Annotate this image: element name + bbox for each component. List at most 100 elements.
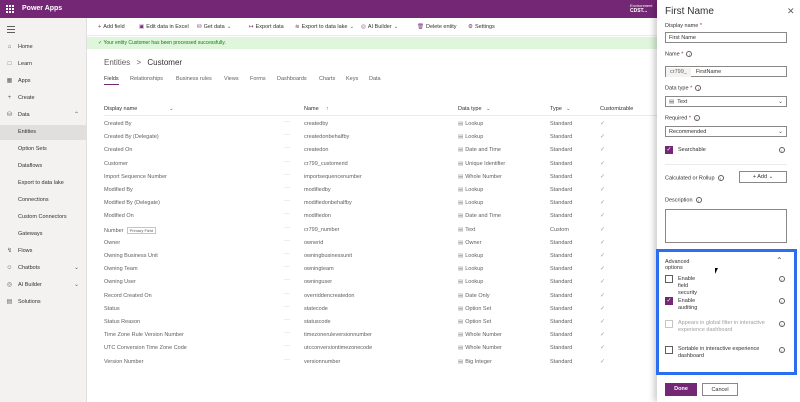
field-display-name[interactable]: Created On [104,147,132,153]
table-row[interactable]: Version Number ··· versionnumber ▤ Big Integ… [104,356,657,368]
column-header-display-name[interactable]: Display name [104,106,137,112]
more-options-icon[interactable]: ··· [284,251,290,257]
delete-entity-button[interactable]: 🗑 Delete entity [417,24,457,30]
close-icon[interactable]: ✕ [787,6,795,17]
settings-button[interactable]: ⚙ Settings [468,24,495,30]
more-options-icon[interactable]: ··· [284,185,290,191]
tab-charts[interactable]: Charts [319,76,335,82]
auditing-checkbox[interactable]: ✓ [665,297,673,305]
nav-connections[interactable]: Connections [0,193,87,208]
field-display-name[interactable]: Record Created On [104,293,152,299]
field-display-name[interactable]: Owning User [104,279,136,285]
nav-solutions[interactable]: ▤ Solutions [0,295,87,310]
nav-gateways[interactable]: Gateways [0,227,87,242]
info-icon[interactable]: i [695,85,702,91]
table-row[interactable]: Status ··· statecode ▤ Option Set Standard ✓ [104,303,657,315]
info-icon[interactable]: i [694,115,700,121]
data-type-dropdown[interactable]: ▤ Text ⌄ [665,96,787,107]
tab-views[interactable]: Views [224,76,239,82]
field-display-name[interactable]: Owning Business Unit [104,253,158,259]
field-display-name[interactable]: Owner [104,240,120,246]
display-name-field[interactable]: First Name [665,32,787,43]
chevron-down-icon[interactable]: ⌄ [566,106,571,112]
export-data-lake-button[interactable]: ≋ Export to data lake ⌄ [295,24,354,30]
table-row[interactable]: Owner ··· ownerid ▤ Owner Standard ✓ [104,237,657,249]
ai-builder-button[interactable]: ◎ AI Builder ⌄ [361,24,398,30]
hamburger-icon[interactable] [7,26,15,35]
waffle-icon[interactable] [6,5,14,13]
sortable-checkbox[interactable] [665,346,673,354]
more-options-icon[interactable]: ··· [284,317,290,323]
table-row[interactable]: Modified By (Delegate) ··· modifiedonbehal… [104,197,657,209]
field-display-name[interactable]: Modified On [104,213,134,219]
more-options-icon[interactable]: ··· [284,304,290,310]
tab-keys[interactable]: Keys [346,76,358,82]
table-row[interactable]: Created By ··· createdby ▤ Lookup Standard ✓ [104,118,657,130]
info-icon[interactable]: i [779,321,785,327]
info-icon[interactable]: i [779,347,785,353]
name-field[interactable]: cr799_ FirstName [665,66,787,77]
field-display-name[interactable]: Modified By (Delegate) [104,200,160,206]
table-row[interactable]: Owning Team ··· owningteam ▤ Lookup Standard ✓ [104,263,657,275]
column-header-type[interactable]: Type [550,106,562,112]
more-options-icon[interactable]: ··· [284,211,290,217]
field-display-name[interactable]: Created By (Delegate) [104,134,159,140]
table-row[interactable]: Modified By ··· modifiedby ▤ Lookup Standard ✓ [104,184,657,196]
more-options-icon[interactable]: ··· [284,132,290,138]
info-icon[interactable]: i [695,197,702,203]
more-options-icon[interactable]: ··· [284,145,290,151]
field-display-name[interactable]: Time Zone Rule Version Number [104,332,184,338]
column-header-name[interactable]: Name [304,106,319,112]
nav-entities[interactable]: Entities [0,125,87,140]
info-icon[interactable]: i [717,175,724,181]
info-icon[interactable]: i [779,147,785,153]
table-row[interactable]: Owning User ··· owninguser ▤ Lookup Standard ✓ [104,276,657,288]
field-display-name[interactable]: Number Primary Field [104,226,157,234]
breadcrumb-entities-link[interactable]: Entities [104,58,130,67]
export-data-button[interactable]: ↦ Export data [249,24,284,30]
tab-dashboards[interactable]: Dashboards [277,76,307,82]
nav-apps[interactable]: ▦ Apps [0,74,87,89]
table-row[interactable]: UTC Conversion Time Zone Code ··· utcconve… [104,342,657,354]
field-security-checkbox[interactable] [665,275,673,283]
field-display-name[interactable]: Owning Team [104,266,138,272]
table-row[interactable]: Status Reason ··· statuscode ▤ Option Set Sta… [104,316,657,328]
more-options-icon[interactable]: ··· [284,198,290,204]
field-display-name[interactable]: Status Reason [104,319,140,325]
table-row[interactable]: Import Sequence Number ··· importsequencen… [104,171,657,183]
field-display-name[interactable]: UTC Conversion Time Zone Code [104,345,187,351]
info-icon[interactable]: i [686,51,693,57]
sort-icon[interactable]: ↑ [326,106,329,112]
more-options-icon[interactable]: ··· [284,225,290,231]
global-filter-checkbox[interactable] [665,320,673,328]
nav-home[interactable]: ⌂ Home [0,40,87,55]
nav-flows[interactable]: ↯ Flows [0,244,87,259]
more-options-icon[interactable]: ··· [284,159,290,165]
table-row[interactable]: Modified On ··· modifiedon ▤ Date and Time St… [104,210,657,222]
advanced-options-title[interactable]: Advanced options [665,259,689,271]
more-options-icon[interactable]: ··· [284,277,290,283]
table-row[interactable]: Number Primary Field ··· cr799_number ▤ Text C… [104,224,657,236]
more-options-icon[interactable]: ··· [284,238,290,244]
tab-data[interactable]: Data [369,76,381,82]
cancel-button[interactable]: Cancel [702,383,738,396]
table-row[interactable]: Customer ··· cr799_customerid ▤ Unique Ident… [104,158,657,170]
nav-create[interactable]: + Create [0,91,87,106]
more-options-icon[interactable]: ··· [284,172,290,178]
more-options-icon[interactable]: ··· [284,119,290,125]
nav-option-sets[interactable]: Option Sets [0,142,87,157]
done-button[interactable]: Done [665,383,697,396]
nav-chatbots[interactable]: ☺ Chatbots ⌄ [0,261,87,276]
tab-forms[interactable]: Forms [250,76,266,82]
field-display-name[interactable]: Version Number [104,359,143,365]
table-row[interactable]: Time Zone Rule Version Number ··· timezone… [104,329,657,341]
nav-ai-builder[interactable]: ◎ AI Builder ⌄ [0,278,87,293]
get-data-button[interactable]: ⛁ Get data ⌄ [197,24,231,30]
table-row[interactable]: Owning Business Unit ··· owningbusinessuni… [104,250,657,262]
add-calculated-button[interactable]: + Add ⌄ [739,171,787,183]
nav-data[interactable]: ⛁ Data ⌃ [0,108,87,123]
tab-relationships[interactable]: Relationships [130,76,163,82]
chevron-up-icon[interactable]: ⌃ [776,256,783,265]
table-row[interactable]: Record Created On ··· overriddencreatedon ▤… [104,290,657,302]
info-icon[interactable]: i [779,298,785,304]
